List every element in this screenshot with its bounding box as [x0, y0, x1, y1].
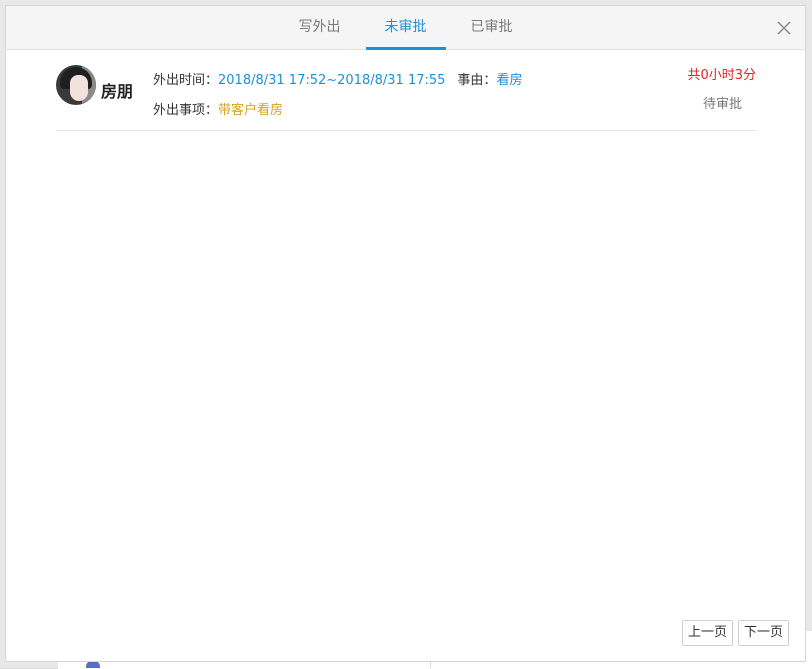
close-button[interactable]	[773, 17, 795, 39]
outing-time-line: 外出时间：2018/8/31 17:52~2018/8/31 17:55 事由：看…	[153, 69, 522, 88]
close-icon	[777, 21, 791, 35]
user-avatar	[56, 65, 96, 105]
dialog-header: 写外出 未审批 已审批	[6, 6, 805, 50]
outing-time-label: 外出时间：	[153, 73, 219, 88]
user-name: 房朋	[101, 82, 134, 101]
next-page-button[interactable]: 下一页	[737, 620, 789, 646]
tab-bar: 写外出 未审批 已审批	[6, 6, 805, 50]
outing-matter-value: 带客户看房	[218, 103, 284, 118]
outing-dialog: 写外出 未审批 已审批 房朋 外出时间：2018/8/31 17:52~2018…	[5, 5, 806, 662]
tab-pending-approval[interactable]: 未审批	[365, 6, 446, 50]
prev-page-button[interactable]: 上一页	[681, 620, 733, 646]
status-badge: 待审批	[702, 97, 742, 112]
reason-value: 看房	[496, 73, 523, 88]
tab-write-outing[interactable]: 写外出	[280, 6, 360, 50]
reason-label: 事由：	[457, 73, 497, 88]
outing-time-value: 2018/8/31 17:52~2018/8/31 17:55	[218, 73, 446, 88]
pagination: 上一页 下一页	[677, 620, 789, 646]
outing-record-row[interactable]: 房朋 外出时间：2018/8/31 17:52~2018/8/31 17:55 事…	[56, 50, 756, 131]
avatar-face	[70, 75, 88, 101]
outing-matter-line: 外出事项：带客户看房	[153, 99, 283, 118]
duration-text: 共0小时3分	[687, 68, 756, 83]
tab-approved[interactable]: 已审批	[452, 6, 532, 50]
outing-matter-label: 外出事项：	[153, 103, 219, 118]
